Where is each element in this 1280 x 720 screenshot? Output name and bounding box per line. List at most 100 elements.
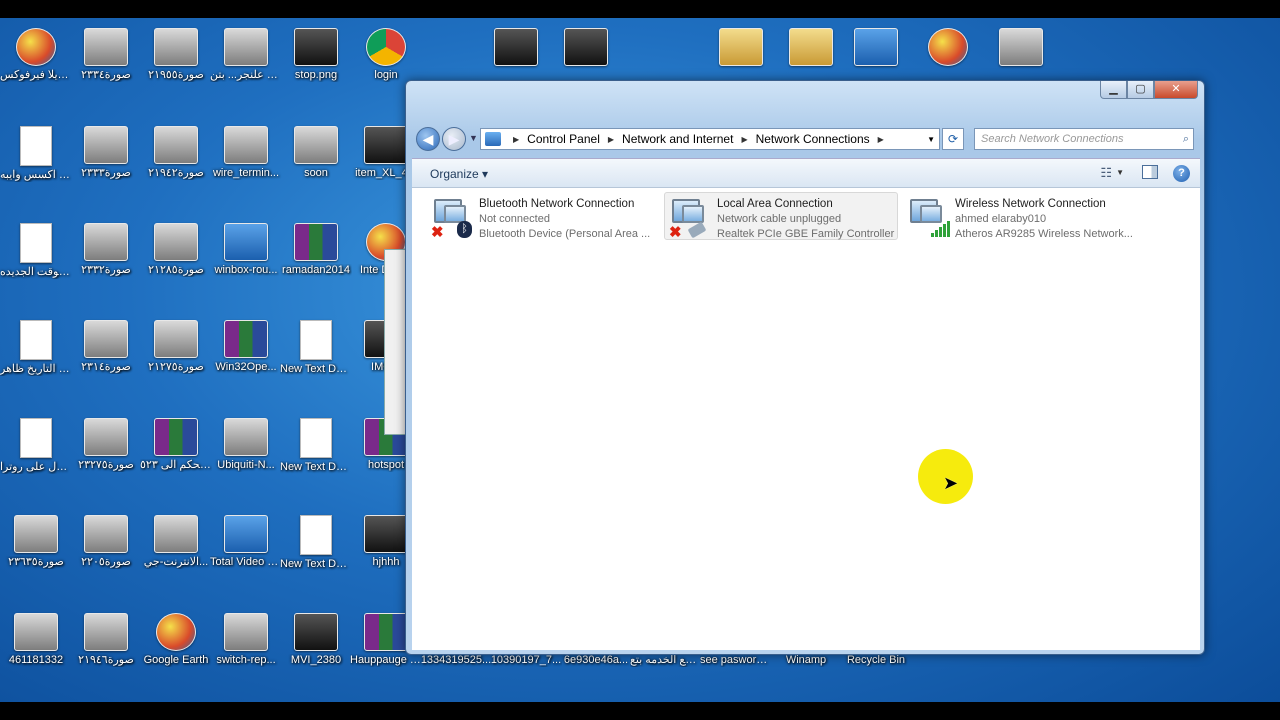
change-view-icon[interactable]: ☷ <box>1100 165 1112 181</box>
desktop-icon[interactable]: New Text Docume... <box>280 418 352 474</box>
desktop-icon[interactable]: 461181332 <box>0 613 72 667</box>
breadcrumb-item[interactable]: Network and Internet <box>622 132 733 146</box>
desktop-icon[interactable]: كيفية الدخول على روترا... <box>0 418 72 474</box>
desktop-icon[interactable]: MVI_2380 <box>280 613 352 667</box>
desktop-icon[interactable]: صورة٢٣١٤ <box>70 320 142 374</box>
desktop-icon[interactable]: صورة٢١٢٧٥ <box>140 320 212 374</box>
help-icon[interactable]: ? <box>1173 165 1190 182</box>
desktop-icon[interactable] <box>912 28 984 69</box>
winrar-icon <box>154 418 198 456</box>
desktop-icon[interactable]: كود برمجة اكسس وايبه... <box>0 126 72 182</box>
forward-button[interactable]: ▶ <box>442 127 466 151</box>
desktop-icon[interactable]: كلمه تظبيط الوقت الجديده <box>0 223 72 279</box>
desktop-icon[interactable]: ضبط التاريخ ظاهر <box>0 320 72 376</box>
breadcrumb-item[interactable]: Control Panel <box>527 132 600 146</box>
desktop-icon[interactable]: Google Earth <box>140 613 212 667</box>
image-icon <box>564 28 608 66</box>
minimize-button[interactable]: ▁ <box>1100 81 1127 99</box>
folder-icon <box>789 28 833 66</box>
desktop-icon[interactable]: stop.png <box>280 28 352 82</box>
desktop-icon-label: الانترنت-جي... <box>143 556 209 568</box>
control-panel-icon <box>485 132 501 146</box>
address-dropdown-icon[interactable]: ▼ <box>927 135 935 144</box>
command-bar: Organize ▾ ☷ ▼ ? <box>412 158 1200 188</box>
desktop-icon[interactable]: صورة٢٣٣٣ <box>70 126 142 180</box>
connection-local-area[interactable]: ✖ Local Area Connection Network cable un… <box>664 192 898 241</box>
recent-pages-dropdown[interactable]: ▼ <box>469 133 478 143</box>
organize-button[interactable]: Organize ▾ <box>430 167 488 181</box>
breadcrumb-separator-icon[interactable]: ▶ <box>878 135 884 144</box>
desktop-icon[interactable]: صورة٢١٢٨٥ <box>140 223 212 277</box>
desktop-icon[interactable]: صورة٢٣٦٣٥ <box>0 515 72 569</box>
desktop-icon-label: كود برمجة اكسس وايبه... <box>0 169 72 181</box>
desktop-icon[interactable]: صورة٢١٩٥٥ <box>140 28 212 82</box>
desktop-icon[interactable] <box>985 28 1057 69</box>
image-icon <box>154 320 198 358</box>
desktop-icon[interactable]: New Text Document <box>280 320 352 376</box>
close-button[interactable]: ✕ <box>1154 81 1198 99</box>
desktop-icon[interactable]: ramadan2014 <box>280 223 352 277</box>
desktop-icon[interactable] <box>775 28 847 69</box>
desktop-icon[interactable]: Ubiquiti-N... <box>210 418 282 472</box>
connection-bluetooth[interactable]: ✖ ᛒ Bluetooth Network Connection Not con… <box>426 192 662 241</box>
view-dropdown-icon[interactable]: ▼ <box>1116 168 1124 177</box>
image-icon <box>999 28 1043 66</box>
desktop-icon-label: Hauppauge Tuner Win... <box>350 654 422 666</box>
image-icon <box>154 515 198 553</box>
image-icon <box>84 515 128 553</box>
breadcrumb-separator-icon[interactable]: ▶ <box>741 135 747 144</box>
chrome-icon <box>366 28 406 66</box>
maximize-button[interactable]: ▢ <box>1127 81 1154 99</box>
desktop-icon-label: winbox-rou... <box>214 264 278 276</box>
refresh-button[interactable]: ⟳ <box>942 128 964 150</box>
text-file-icon <box>20 223 52 263</box>
search-icon[interactable]: ⌕ <box>1183 129 1189 149</box>
top-black-bar <box>0 0 1280 18</box>
desktop-icon[interactable]: تركيبه بورده التحكم الى ٥٢٣ <box>140 418 212 472</box>
desktop-icon[interactable]: موزيلا فيرفوكس <box>0 28 72 82</box>
breadcrumb-separator-icon[interactable]: ▶ <box>608 135 614 144</box>
desktop-icon[interactable]: صورة٢٣٣٤ <box>70 28 142 82</box>
text-file-icon <box>300 418 332 458</box>
desktop-icon[interactable]: إعدادات الراوتر علنجر... بتن <box>210 28 282 82</box>
image-icon <box>84 28 128 66</box>
desktop-icon[interactable]: صورة٢١٩٤٢ <box>140 126 212 180</box>
desktop-icon-label: صورة٢٣٢٧٥ <box>78 459 134 471</box>
preview-pane-icon[interactable] <box>1142 165 1158 179</box>
desktop-icon[interactable]: New Text Docume... <box>280 515 352 571</box>
desktop-icon[interactable]: switch-rep... <box>210 613 282 667</box>
network-adapter-icon: ✖ ᛒ <box>429 197 475 241</box>
search-input[interactable]: Search Network Connections ⌕ <box>974 128 1194 150</box>
back-button[interactable]: ◀ <box>416 127 440 151</box>
desktop-icon[interactable]: wire_termin... <box>210 126 282 180</box>
image-icon <box>224 28 268 66</box>
desktop-icon[interactable] <box>840 28 912 69</box>
desktop-icon[interactable]: login <box>350 28 422 82</box>
desktop-icon-label: إعدادات الراوتر علنجر... بتن <box>210 69 282 81</box>
desktop-icon[interactable] <box>480 28 552 69</box>
desktop-icon[interactable] <box>550 28 622 69</box>
breadcrumb-separator-icon[interactable]: ▶ <box>513 135 519 144</box>
desktop-icon-label: صورة٢١٩٤٦ <box>78 654 134 666</box>
desktop-icon-label: New Text Docume... <box>280 558 352 570</box>
desktop-icon-label: كيفية الدخول على روترا... <box>0 461 72 473</box>
desktop-icon[interactable]: صورة٢٣٣٢ <box>70 223 142 277</box>
mouse-pointer-icon: ➤ <box>943 473 959 493</box>
desktop-icon[interactable]: Win32Ope... <box>210 320 282 374</box>
desktop-icon[interactable]: winbox-rou... <box>210 223 282 277</box>
desktop-icon[interactable] <box>705 28 777 69</box>
desktop-icon[interactable]: Total Video Converter <box>210 515 282 569</box>
organize-label: Organize <box>430 167 479 181</box>
breadcrumb-item[interactable]: Network Connections <box>756 132 870 146</box>
address-bar[interactable]: ▶ Control Panel ▶ Network and Internet ▶… <box>480 128 940 150</box>
desktop-icon[interactable]: الانترنت-جي... <box>140 515 212 569</box>
winrar-icon <box>294 223 338 261</box>
desktop-icon-label: ضبط التاريخ ظاهر <box>0 363 72 375</box>
desktop-icon[interactable]: soon <box>280 126 352 180</box>
desktop-icon-label: Recycle Bin <box>846 654 906 666</box>
desktop-icon[interactable]: صورة٢٢٠٥ <box>70 515 142 569</box>
image-icon <box>84 126 128 164</box>
connection-wireless[interactable]: Wireless Network Connection ahmed elarab… <box>902 192 1142 240</box>
desktop-icon[interactable]: صورة٢١٩٤٦ <box>70 613 142 667</box>
desktop-icon[interactable]: صورة٢٣٢٧٥ <box>70 418 142 472</box>
